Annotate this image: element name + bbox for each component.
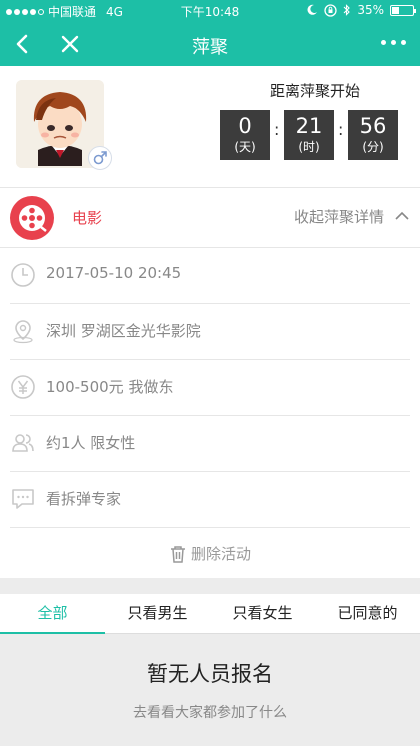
detail-row-location[interactable]: 深圳 罗湖区金光华影院 (0, 304, 420, 360)
bluetooth-icon (343, 4, 351, 16)
battery-icon (390, 4, 416, 16)
page-title: 萍聚 (192, 37, 228, 58)
location-icon (13, 320, 33, 344)
countdown-hours-value: 21 (295, 114, 323, 138)
status-bar-right: 35% (306, 3, 416, 17)
rotation-lock-icon (324, 3, 337, 17)
empty-state-title: 暂无人员报名 (147, 662, 273, 686)
countdown-minutes: 56 (分) (348, 110, 398, 160)
trash-icon (170, 545, 185, 563)
message-icon (12, 489, 34, 509)
detail-row-note: 看拆弹专家 (0, 472, 420, 528)
male-icon (93, 151, 107, 165)
detail-text-cost: 100-500元 我做东 (46, 378, 174, 396)
chevron-up-icon[interactable] (394, 208, 410, 224)
category-label: 电影 (72, 209, 103, 227)
delete-activity-label: 删除活动 (190, 545, 251, 563)
navigation-bar: 萍聚 (0, 22, 420, 66)
status-bar: 中国联通 4G 下午10:48 35% (0, 0, 420, 22)
participant-filter-tabs: 全部 只看男生 只看女生 已同意的 (0, 594, 420, 634)
countdown-minutes-unit: (分) (362, 140, 384, 154)
countdown-separator: : (338, 120, 344, 139)
people-icon (12, 434, 34, 452)
yuan-icon (11, 375, 35, 399)
countdown-days: 0 (天) (220, 110, 270, 160)
empty-state-subtitle[interactable]: 去看看大家都参加了什么 (0, 702, 420, 722)
more-dots-icon[interactable] (381, 40, 406, 45)
countdown-separator: : (274, 120, 280, 139)
tab-male-only[interactable]: 只看男生 (105, 594, 210, 633)
countdown-minutes-value: 56 (359, 114, 387, 138)
countdown-title: 距离萍聚开始 (269, 82, 360, 100)
detail-text-note: 看拆弹专家 (46, 490, 122, 508)
countdown-days-unit: (天) (234, 140, 256, 154)
countdown-days-value: 0 (238, 114, 252, 138)
clock-icon (11, 263, 35, 287)
empty-state: 暂无人员报名 去看看大家都参加了什么 (0, 634, 420, 746)
battery-percent: 35% (357, 3, 384, 17)
tab-approved[interactable]: 已同意的 (315, 594, 420, 633)
detail-row-time: 2017-05-10 20:45 (0, 248, 420, 304)
gender-badge (88, 146, 112, 170)
category-row[interactable]: 电影 收起萍聚详情 (0, 188, 420, 248)
detail-text-time: 2017-05-10 20:45 (46, 264, 182, 282)
detail-text-people: 约1人 限女性 (46, 434, 136, 452)
delete-activity-button[interactable]: 删除活动 (0, 528, 420, 578)
detail-row-cost: 100-500元 我做东 (0, 360, 420, 416)
event-header: 距离萍聚开始 0 (天) : 21 (时) : 56 (分) (0, 66, 420, 188)
countdown-hours-unit: (时) (298, 140, 320, 154)
moon-icon (307, 4, 318, 15)
tab-all[interactable]: 全部 (0, 594, 105, 634)
detail-row-people: 约1人 限女性 (0, 416, 420, 472)
film-reel-icon (10, 196, 54, 240)
detail-text-location: 深圳 罗湖区金光华影院 (46, 322, 201, 340)
section-divider (0, 578, 420, 594)
countdown-hours: 21 (时) (284, 110, 334, 160)
collapse-details-label[interactable]: 收起萍聚详情 (294, 206, 384, 227)
tab-female-only[interactable]: 只看女生 (210, 594, 315, 633)
